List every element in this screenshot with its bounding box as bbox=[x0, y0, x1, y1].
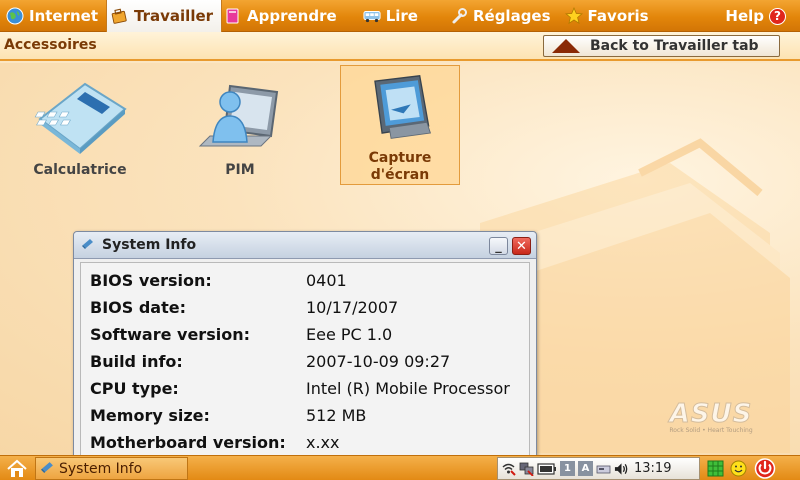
back-arrow-icon bbox=[552, 39, 580, 53]
tab-lire[interactable]: Lire bbox=[345, 0, 426, 32]
asus-logo: ASUS Rock Solid • Heart Touching bbox=[656, 399, 766, 435]
minimize-icon: _ bbox=[495, 238, 502, 254]
briefcase-icon bbox=[111, 7, 129, 25]
taskbar: System Info 1 A 13:19 bbox=[0, 455, 800, 480]
info-value: 0401 bbox=[306, 271, 347, 290]
smiley-icon[interactable] bbox=[730, 460, 747, 477]
section-title: Accessoires bbox=[4, 37, 97, 53]
tab-label: Favoris bbox=[587, 6, 649, 25]
tab-label: Lire bbox=[385, 6, 418, 25]
tab-internet[interactable]: Internet bbox=[0, 0, 106, 32]
minimize-button[interactable]: _ bbox=[489, 237, 508, 255]
tab-label: Travailler bbox=[134, 6, 214, 25]
task-label: System Info bbox=[59, 460, 143, 477]
app-label: Capture d'écran bbox=[368, 150, 432, 183]
dialog-body: BIOS version: 0401 BIOS date: 10/17/2007… bbox=[80, 262, 530, 462]
drive-icon[interactable] bbox=[596, 461, 611, 476]
desktop-1-icon[interactable]: 1 bbox=[560, 461, 575, 476]
info-value: Eee PC 1.0 bbox=[306, 325, 393, 344]
task-system-info[interactable]: System Info bbox=[35, 457, 188, 480]
info-window-icon bbox=[82, 237, 94, 253]
star-icon bbox=[564, 6, 583, 25]
dialog-title: System Info bbox=[102, 237, 197, 253]
help-label: Help bbox=[725, 7, 764, 25]
info-label: Motherboard version: bbox=[90, 433, 286, 452]
top-tab-bar: Internet Travailler Apprendre Lire Régla… bbox=[0, 0, 800, 32]
tab-favoris[interactable]: Favoris bbox=[559, 0, 657, 32]
app-pim[interactable]: PIM bbox=[180, 66, 300, 186]
bus-icon bbox=[363, 7, 381, 25]
wireless-icon[interactable] bbox=[501, 461, 516, 476]
info-window-icon bbox=[41, 460, 54, 477]
home-icon bbox=[7, 459, 27, 477]
app-calculatrice[interactable]: Calculatrice bbox=[20, 66, 140, 186]
tab-label: Réglages bbox=[472, 6, 551, 25]
book-icon bbox=[224, 7, 242, 25]
info-value: 10/17/2007 bbox=[306, 298, 399, 317]
info-label: BIOS version: bbox=[90, 271, 212, 290]
system-info-dialog: System Info _ ✕ BIOS version: 0401 BIOS … bbox=[73, 231, 537, 462]
tab-label: Internet bbox=[29, 6, 99, 25]
tab-travailler[interactable]: Travailler bbox=[106, 0, 223, 32]
section-header: Accessoires Back to Travailler tab bbox=[0, 32, 800, 61]
tab-apprendre[interactable]: Apprendre bbox=[222, 0, 345, 32]
battery-icon[interactable] bbox=[537, 461, 557, 476]
calculator-icon bbox=[34, 82, 127, 154]
globe-icon bbox=[6, 7, 24, 25]
tab-reglages[interactable]: Réglages bbox=[426, 0, 559, 32]
close-button[interactable]: ✕ bbox=[512, 237, 531, 255]
info-label: CPU type: bbox=[90, 379, 179, 398]
info-label: BIOS date: bbox=[90, 298, 186, 317]
system-tray: 1 A 13:19 bbox=[497, 457, 700, 480]
info-value: x.xx bbox=[306, 433, 340, 452]
dialog-titlebar[interactable]: System Info bbox=[74, 232, 536, 259]
grid-icon[interactable] bbox=[707, 460, 724, 477]
app-label: Calculatrice bbox=[33, 162, 127, 178]
info-label: Software version: bbox=[90, 325, 250, 344]
volume-icon[interactable] bbox=[614, 461, 629, 476]
info-label: Memory size: bbox=[90, 406, 210, 425]
info-value: 512 MB bbox=[306, 406, 367, 425]
wrench-icon bbox=[450, 7, 468, 25]
keyboard-layout-icon[interactable]: A bbox=[578, 461, 593, 476]
app-label: PIM bbox=[225, 162, 255, 178]
asus-brand: ASUS bbox=[669, 399, 753, 430]
app-capture-ecran[interactable]: Capture d'écran bbox=[340, 65, 460, 185]
power-icon[interactable] bbox=[754, 458, 776, 479]
network-icon[interactable] bbox=[519, 461, 534, 476]
pim-icon bbox=[198, 84, 279, 147]
home-button[interactable] bbox=[6, 459, 28, 478]
help-icon: ? bbox=[769, 7, 786, 25]
clock[interactable]: 13:19 bbox=[634, 461, 671, 476]
back-button-label: Back to Travailler tab bbox=[590, 38, 759, 54]
tab-label: Apprendre bbox=[247, 6, 337, 25]
back-to-tab-button[interactable]: Back to Travailler tab bbox=[543, 35, 780, 57]
info-label: Build info: bbox=[90, 352, 183, 371]
close-icon: ✕ bbox=[516, 238, 527, 254]
info-value: 2007-10-09 09:27 bbox=[306, 352, 451, 371]
info-value: Intel (R) Mobile Processor bbox=[306, 379, 510, 398]
screen-capture-icon bbox=[374, 75, 432, 139]
help-button[interactable]: Help ? bbox=[717, 0, 794, 32]
